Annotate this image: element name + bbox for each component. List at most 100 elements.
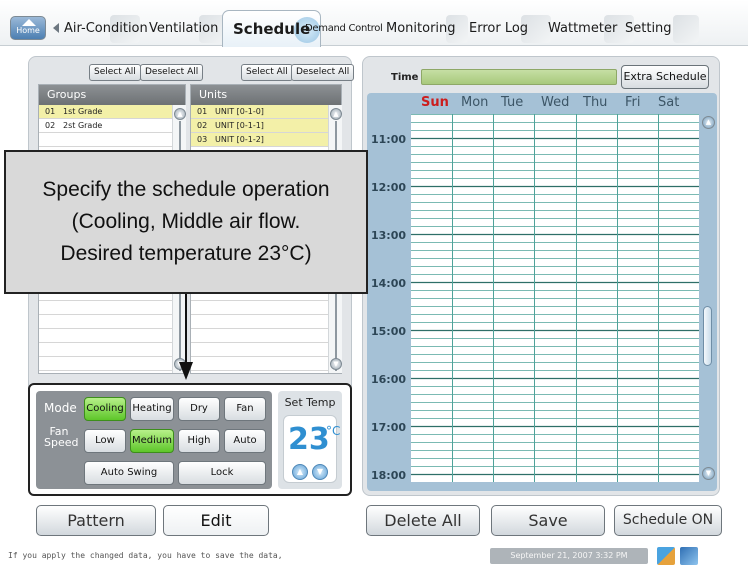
day-header-sat: Sat — [658, 95, 680, 110]
temp-down-icon[interactable]: ▼ — [312, 464, 328, 480]
tab-setting[interactable]: Setting — [625, 12, 699, 46]
scroll-thumb[interactable] — [703, 306, 712, 366]
mode-fan-button[interactable]: Fan — [224, 397, 266, 421]
temp-value: 23 — [288, 422, 330, 457]
scroll-down-icon[interactable]: ▼ — [702, 467, 715, 480]
fan-medium-button[interactable]: Medium — [130, 429, 174, 453]
empty-list-row — [191, 301, 341, 315]
tab-error-log[interactable]: Error Log — [469, 12, 551, 46]
auto-swing-button[interactable]: Auto Swing — [84, 461, 174, 485]
edit-button[interactable]: Edit — [163, 505, 269, 536]
units-select-all-button[interactable]: Select All — [241, 64, 293, 81]
list-item[interactable]: 02 2st Grade — [39, 119, 185, 133]
callout-arrow-icon — [179, 362, 193, 380]
empty-list-row — [191, 357, 341, 371]
scroll-up-icon[interactable]: ▲ — [702, 116, 715, 129]
fan-auto-button[interactable]: Auto — [224, 429, 266, 453]
units-header: Units — [191, 85, 341, 105]
list-item[interactable]: 02 UNIT [0-1-1] — [191, 119, 341, 133]
day-header-fri: Fri — [625, 95, 641, 110]
hour-label: 15:00 — [371, 325, 407, 338]
empty-list-row — [39, 133, 185, 147]
time-label: Time — [391, 72, 419, 83]
pattern-button[interactable]: Pattern — [36, 505, 156, 536]
list-item[interactable]: 01 1st Grade — [39, 105, 185, 119]
empty-list-row — [39, 329, 185, 343]
lock-button[interactable]: Lock — [178, 461, 266, 485]
groups-deselect-all-button[interactable]: Deselect All — [140, 64, 204, 81]
monitor-status-icon[interactable] — [680, 547, 698, 565]
group-number: 01 — [45, 107, 56, 116]
extra-schedule-button[interactable]: Extra Schedule — [621, 65, 709, 89]
list-item[interactable]: 03 UNIT [0-1-2] — [191, 133, 341, 147]
day-header-wed: Wed — [541, 95, 570, 110]
home-button[interactable]: Home — [10, 16, 46, 40]
hour-label: 16:00 — [371, 373, 407, 386]
network-status-icon[interactable] — [657, 547, 675, 565]
scroll-down-icon[interactable]: ▼ — [330, 358, 342, 370]
hour-label: 13:00 — [371, 229, 407, 242]
tab-demand-control[interactable]: Demand Control — [305, 12, 383, 46]
mode-dry-button[interactable]: Dry — [178, 397, 220, 421]
day-header-sun: Sun — [421, 95, 449, 110]
temp-display: 23 °C ▲ ▼ — [283, 415, 341, 483]
temp-unit: °C — [326, 424, 341, 438]
operation-mode-panel: Mode Cooling Heating Dry Fan Fan Speed L… — [28, 383, 352, 496]
callout-line-3: Desired temperature 23°C) — [60, 242, 312, 265]
temp-up-icon[interactable]: ▲ — [292, 464, 308, 480]
callout-pointer-line — [185, 294, 187, 362]
scroll-up-icon[interactable]: ▲ — [330, 108, 342, 120]
callout-line-2: (Cooling, Middle air flow. — [71, 210, 301, 233]
set-temp-label: Set Temp — [284, 396, 336, 409]
list-item[interactable]: 01 UNIT [0-1-0] — [191, 105, 341, 119]
empty-list-row — [39, 315, 185, 329]
schedule-scrollbar[interactable]: ▲ ▼ — [701, 114, 715, 482]
home-icon — [22, 19, 36, 26]
schedule-panel: Time Extra Schedule Sun Mon Tue Wed Thu … — [362, 56, 720, 496]
scroll-up-icon[interactable]: ▲ — [174, 108, 186, 120]
unit-number: 03 — [197, 135, 208, 144]
empty-list-row — [191, 315, 341, 329]
mode-label: Mode — [44, 401, 77, 415]
groups-select-all-button[interactable]: Select All — [89, 64, 141, 81]
tab-wattmeter[interactable]: Wattmeter — [548, 12, 634, 46]
datetime-display: September 21, 2007 3:32 PM — [490, 548, 648, 564]
fan-speed-label: Fan Speed — [44, 426, 78, 448]
empty-list-row — [39, 343, 185, 357]
hour-label: 12:00 — [371, 181, 407, 194]
tab-scroll-left-icon[interactable] — [53, 23, 59, 33]
fan-speed-label-line2: Speed — [44, 436, 79, 449]
group-number: 02 — [45, 121, 56, 130]
unit-number: 01 — [197, 107, 208, 116]
mode-heating-button[interactable]: Heating — [130, 397, 174, 421]
unit-name: UNIT [0-1-0] — [215, 107, 264, 116]
callout-line-1: Specify the schedule operation — [42, 178, 330, 201]
group-name: 2st Grade — [63, 121, 103, 130]
groups-header: Groups — [39, 85, 185, 105]
top-tab-bar: Home Air-Condition Ventilation Schedule … — [0, 0, 748, 47]
setting-tools-icon — [673, 15, 699, 43]
tab-ventilation[interactable]: Ventilation — [149, 12, 229, 46]
set-temp-box: Set Temp 23 °C ▲ ▼ — [278, 391, 342, 489]
day-header-thu: Thu — [583, 95, 608, 110]
time-range-bar[interactable] — [421, 69, 617, 85]
fan-low-button[interactable]: Low — [84, 429, 126, 453]
empty-list-row — [191, 329, 341, 343]
empty-list-row — [39, 301, 185, 315]
tab-air-condition[interactable]: Air-Condition — [64, 12, 148, 46]
mode-controls: Mode Cooling Heating Dry Fan Fan Speed L… — [36, 391, 272, 489]
fan-high-button[interactable]: High — [178, 429, 220, 453]
tab-monitoring[interactable]: Monitoring — [386, 12, 468, 46]
empty-list-row — [39, 357, 185, 371]
callout-text: Specify the schedule operation (Cooling,… — [6, 174, 366, 270]
units-deselect-all-button[interactable]: Deselect All — [291, 64, 355, 81]
save-button[interactable]: Save — [491, 505, 605, 536]
schedule-on-button[interactable]: Schedule ON — [614, 505, 722, 536]
empty-list-row — [191, 343, 341, 357]
day-header-tue: Tue — [501, 95, 524, 110]
unit-name: UNIT [0-1-1] — [215, 121, 264, 130]
delete-all-button[interactable]: Delete All — [366, 505, 480, 536]
mode-cooling-button[interactable]: Cooling — [84, 397, 126, 421]
instruction-callout: Specify the schedule operation (Cooling,… — [4, 150, 368, 294]
schedule-grid[interactable] — [411, 114, 699, 482]
